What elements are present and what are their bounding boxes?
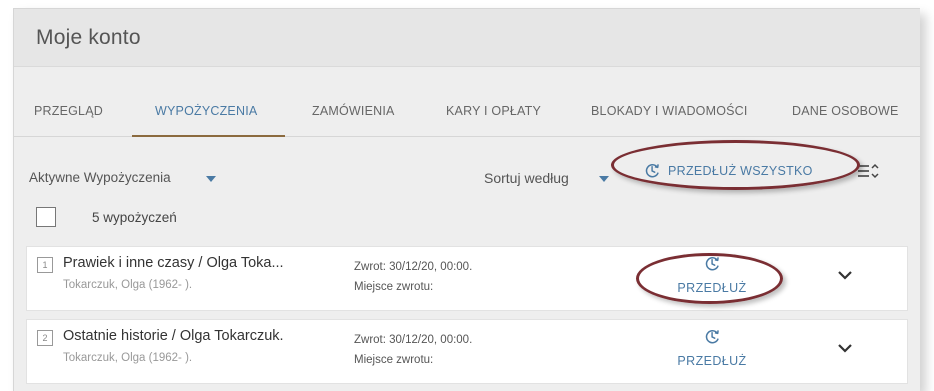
renew-clock-icon	[705, 257, 719, 271]
loan-number: 2	[37, 330, 53, 346]
loan-due-date: Zwrot: 30/12/20, 00:00.	[354, 334, 473, 346]
renew-clock-icon	[645, 164, 659, 178]
loan-return-place: Miejsce zwrotu:	[354, 281, 434, 293]
sort-list-icon[interactable]	[857, 162, 879, 180]
loan-number: 1	[37, 257, 53, 273]
loan-filter-label: Aktywne Wypożyczenia	[29, 170, 171, 185]
extend-all-button[interactable]: PRZEDŁUŻ WSZYSTKO	[644, 162, 813, 179]
account-panel: Moje konto PRZEGLĄD WYPOŻYCZENIA ZAMÓWIE…	[13, 8, 920, 391]
renew-label: PRZEDŁUŻ	[677, 281, 747, 295]
extend-all-label: PRZEDŁUŻ WSZYSTKO	[668, 163, 813, 178]
caret-down-icon	[206, 176, 216, 182]
loan-author: Tokarczuk, Olga (1962- ).	[63, 279, 193, 291]
loan-return-place: Miejsce zwrotu:	[354, 354, 434, 366]
renew-button[interactable]: PRZEDŁUŻ	[657, 255, 767, 295]
page-header: Moje konto	[14, 9, 920, 67]
loans-toolbar: Aktywne Wypożyczenia Sortuj według PRZED…	[14, 137, 920, 197]
renew-label: PRZEDŁUŻ	[677, 354, 747, 368]
loan-title[interactable]: Ostatnie historie / Olga Tokarczuk.	[63, 328, 284, 344]
sort-label: Sortuj według	[484, 170, 569, 186]
tab-personal-details[interactable]: DANE OSOBOWE	[792, 104, 899, 118]
renew-button[interactable]: PRZEDŁUŻ	[657, 328, 767, 368]
tab-blocks-messages[interactable]: BLOKADY I WIADOMOŚCI	[591, 104, 748, 118]
sort-dropdown[interactable]: Sortuj według	[484, 170, 609, 186]
loan-item: 2 Ostatnie historie / Olga Tokarczuk. To…	[26, 319, 908, 384]
tab-fines-fees[interactable]: KARY I OPŁATY	[446, 104, 541, 118]
loan-title[interactable]: Prawiek i inne czasy / Olga Toka...	[63, 255, 284, 271]
tab-bar: PRZEGLĄD WYPOŻYCZENIA ZAMÓWIENIA KARY I …	[14, 84, 920, 137]
select-all-checkbox[interactable]	[36, 207, 56, 227]
renew-clock-icon	[705, 330, 719, 344]
tab-overview[interactable]: PRZEGLĄD	[34, 104, 103, 118]
chevron-down-icon[interactable]	[837, 342, 853, 354]
page-title: Moje konto	[36, 26, 141, 49]
loan-count: 5 wypożyczeń	[92, 210, 177, 225]
loan-filter-dropdown[interactable]: Aktywne Wypożyczenia	[29, 170, 216, 185]
loan-item: 1 Prawiek i inne czasy / Olga Toka... To…	[26, 246, 908, 311]
loan-author: Tokarczuk, Olga (1962- ).	[63, 352, 193, 364]
chevron-down-icon[interactable]	[837, 269, 853, 281]
loan-due-date: Zwrot: 30/12/20, 00:00.	[354, 261, 473, 273]
caret-down-icon	[599, 176, 609, 182]
tab-requests[interactable]: ZAMÓWIENIA	[312, 104, 395, 118]
tab-loans[interactable]: WYPOŻYCZENIA	[155, 104, 257, 118]
